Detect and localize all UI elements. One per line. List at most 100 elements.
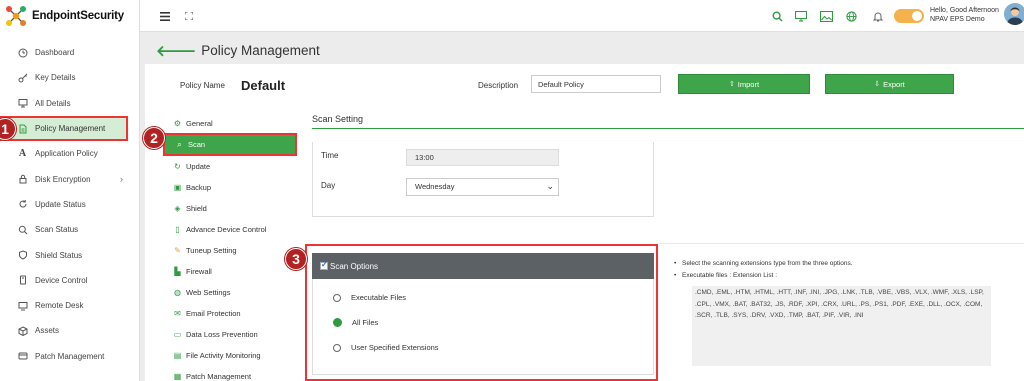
annotation-badge-2: 2 <box>143 127 165 149</box>
globe-icon: ◍ <box>174 288 181 297</box>
sidebar-nav: Dashboard Key Details All Details Policy… <box>0 40 140 369</box>
back-arrow-icon[interactable]: 🡐 <box>156 41 196 60</box>
sidebar-item-label: Disk Encryption <box>35 174 91 184</box>
hamburger-icon[interactable] <box>158 9 172 23</box>
sidebar-item-patch-management[interactable]: Patch Management <box>0 344 140 369</box>
search-icon <box>17 224 28 235</box>
tab-scan[interactable]: ⌕ Scan <box>163 133 297 156</box>
sidebar-item-label: Update Status <box>35 199 86 209</box>
page-title-text: Policy Management <box>201 43 320 58</box>
tab-label: Tuneup Setting <box>186 246 237 255</box>
top-bar: Hello, Good Afternoon NPAV EPS Demo <box>140 0 1024 32</box>
sidebar-item-device-control[interactable]: Device Control <box>0 268 140 293</box>
policy-name-value: Default <box>241 78 286 93</box>
file-monitor-icon: ▤ <box>173 351 182 360</box>
tab-label: Email Protection <box>186 309 241 318</box>
tab-label: Firewall <box>186 267 212 276</box>
sidebar-item-application-policy[interactable]: A Application Policy <box>0 141 140 166</box>
theme-toggle[interactable] <box>894 9 924 23</box>
tab-firewall[interactable]: ▙ Firewall <box>163 261 298 282</box>
globe-icon[interactable] <box>844 9 858 23</box>
tab-label: Scan <box>188 140 206 149</box>
avatar[interactable] <box>1004 3 1024 25</box>
monitor-icon[interactable] <box>794 9 808 23</box>
download-icon: ⇩ <box>874 81 881 88</box>
sidebar-item-remote-desk[interactable]: Remote Desk <box>0 293 140 318</box>
day-select-value: Wednesday <box>415 182 455 191</box>
brand-logo[interactable]: EndpointSecurity <box>4 3 124 29</box>
export-label: Export <box>883 79 905 89</box>
tab-shield[interactable]: ◈ Shield <box>163 198 298 219</box>
section-divider <box>312 128 1024 129</box>
description-input[interactable] <box>531 75 661 93</box>
font-a-icon: A <box>18 148 27 160</box>
sidebar-item-all-details[interactable]: All Details <box>0 91 140 116</box>
brand-name: EndpointSecurity <box>32 10 125 22</box>
radio-user-specified-extensions[interactable]: User Specified Extensions <box>333 343 439 352</box>
radio-button[interactable] <box>333 343 341 352</box>
tab-general[interactable]: ⚙ General <box>163 113 298 134</box>
scan-options-header[interactable]: Scan Options <box>312 253 654 279</box>
logo-icon <box>4 4 28 28</box>
radio-label: All Files <box>352 318 379 327</box>
sidebar-item-label: All Details <box>35 98 71 108</box>
time-label: Time <box>321 151 339 160</box>
remote-desktop-icon <box>17 300 28 311</box>
scan-options-checkbox[interactable] <box>320 260 328 270</box>
day-select[interactable]: Wednesday ⌄ <box>406 178 559 196</box>
tab-file-activity-monitoring[interactable]: ▤ File Activity Monitoring <box>163 345 298 366</box>
tab-label: Patch Management <box>186 372 252 381</box>
radio-button-selected[interactable] <box>333 318 342 327</box>
extension-line: .CMD, .EML, .HTM, .HTML, .HTT, .INF, .IN… <box>695 289 984 296</box>
tab-label: Web Settings <box>186 288 231 297</box>
extension-list: .CMD, .EML, .HTM, .HTML, .HTT, .INF, .IN… <box>692 286 991 366</box>
search-icon[interactable] <box>770 9 784 23</box>
sidebar-item-disk-encryption[interactable]: Disk Encryption › <box>0 166 140 191</box>
time-input[interactable]: 13:00 <box>406 149 559 166</box>
chevron-down-icon: ⌄ <box>546 181 554 191</box>
patch-icon <box>17 351 28 362</box>
radio-button[interactable] <box>333 293 341 302</box>
sidebar-item-scan-status[interactable]: Scan Status <box>0 217 140 242</box>
tab-web-settings[interactable]: ◍ Web Settings <box>163 282 298 303</box>
tab-advance-device-control[interactable]: ▯ Advance Device Control <box>163 219 298 240</box>
policy-name-label: Policy Name <box>180 81 225 90</box>
folder-icon: ▭ <box>173 330 182 339</box>
tab-tuneup-setting[interactable]: ✎ Tuneup Setting <box>163 240 298 261</box>
sidebar-item-assets[interactable]: Assets <box>0 318 140 343</box>
export-button[interactable]: ⇩ Export <box>825 74 954 94</box>
sidebar-item-policy-management[interactable]: Policy Management <box>0 115 128 142</box>
chevron-right-icon: › <box>120 174 123 185</box>
user-name: NPAV EPS Demo <box>930 16 985 23</box>
tab-email-protection[interactable]: ✉ Email Protection <box>163 303 298 324</box>
fullscreen-icon[interactable] <box>182 9 196 23</box>
sidebar-item-update-status[interactable]: Update Status <box>0 192 140 217</box>
description-label: Description <box>478 81 519 90</box>
image-icon[interactable] <box>819 9 833 23</box>
key-icon <box>17 72 28 83</box>
tab-label: File Activity Monitoring <box>186 351 261 360</box>
shield-icon <box>17 250 28 261</box>
lock-icon <box>17 174 28 185</box>
import-label: Import <box>737 79 760 89</box>
tab-patch-management[interactable]: ▦ Patch Management <box>163 366 298 381</box>
page-title: 🡐 Policy Management <box>156 41 320 60</box>
box-icon <box>17 325 28 336</box>
extension-line: .CPL, .VMX, .BAT, .BAT32, .JS, .RDF, .XP… <box>695 300 983 308</box>
tab-update[interactable]: ↻ Update <box>163 156 298 177</box>
import-button[interactable]: ⇧ Import <box>678 74 810 94</box>
sidebar-item-dashboard[interactable]: Dashboard <box>0 40 140 65</box>
radio-executable-files[interactable]: Executable Files <box>333 293 406 302</box>
sidebar-item-shield-status[interactable]: Shield Status <box>0 242 140 267</box>
tab-backup[interactable]: ▣ Backup <box>163 177 298 198</box>
sidebar-item-label: Scan Status <box>35 225 79 235</box>
search-icon: ⌕ <box>177 139 182 149</box>
shield-icon: ◈ <box>174 204 181 213</box>
wrench-icon: ✎ <box>174 246 181 255</box>
bell-icon[interactable] <box>871 9 885 23</box>
radio-all-files[interactable]: All Files <box>333 318 378 327</box>
tab-label: Advance Device Control <box>186 225 267 234</box>
sidebar-item-key-details[interactable]: Key Details <box>0 65 140 90</box>
sidebar-item-label: Remote Desk <box>35 301 84 311</box>
tab-data-loss-prevention[interactable]: ▭ Data Loss Prevention <box>163 324 298 345</box>
